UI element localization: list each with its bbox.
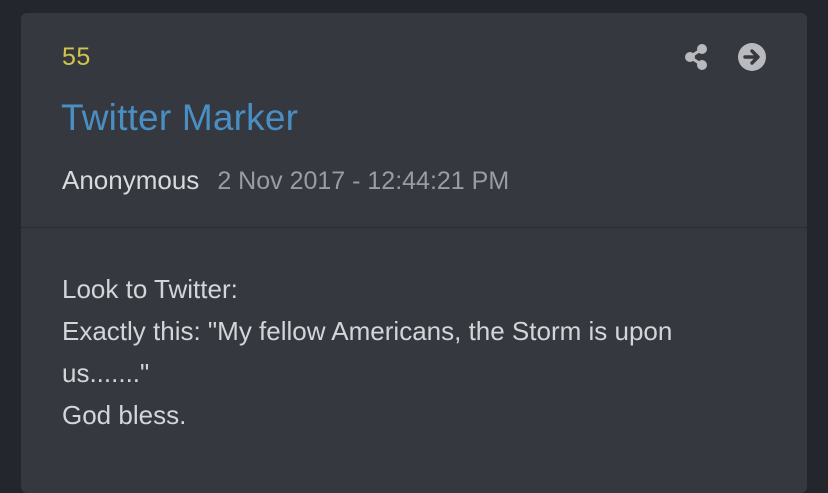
- post-number: 55: [62, 43, 91, 71]
- share-button[interactable]: [681, 42, 711, 72]
- post-body-line: Look to Twitter:: [62, 274, 238, 304]
- post-body-line: us.......": [62, 358, 150, 388]
- post-card: 55 Twitter Marker Anonymous 2 Nov 2017 -…: [21, 13, 807, 493]
- post-actions: [681, 42, 767, 72]
- post-body-line: Exactly this: "My fellow Americans, the …: [62, 316, 673, 346]
- post-body-line: God bless.: [62, 400, 187, 430]
- post-author: Anonymous: [62, 165, 200, 195]
- share-icon: [685, 44, 707, 70]
- post-meta: Anonymous 2 Nov 2017 - 12:44:21 PM: [62, 165, 509, 196]
- open-post-button[interactable]: [737, 42, 767, 72]
- post-title: Twitter Marker: [61, 97, 299, 138]
- post-header: 55 Twitter Marker Anonymous 2 Nov 2017 -…: [21, 13, 807, 228]
- post-timestamp: 2 Nov 2017 - 12:44:21 PM: [217, 167, 510, 195]
- post-body: Look to Twitter: Exactly this: "My fello…: [62, 268, 762, 436]
- arrow-circle-right-icon: [738, 43, 766, 71]
